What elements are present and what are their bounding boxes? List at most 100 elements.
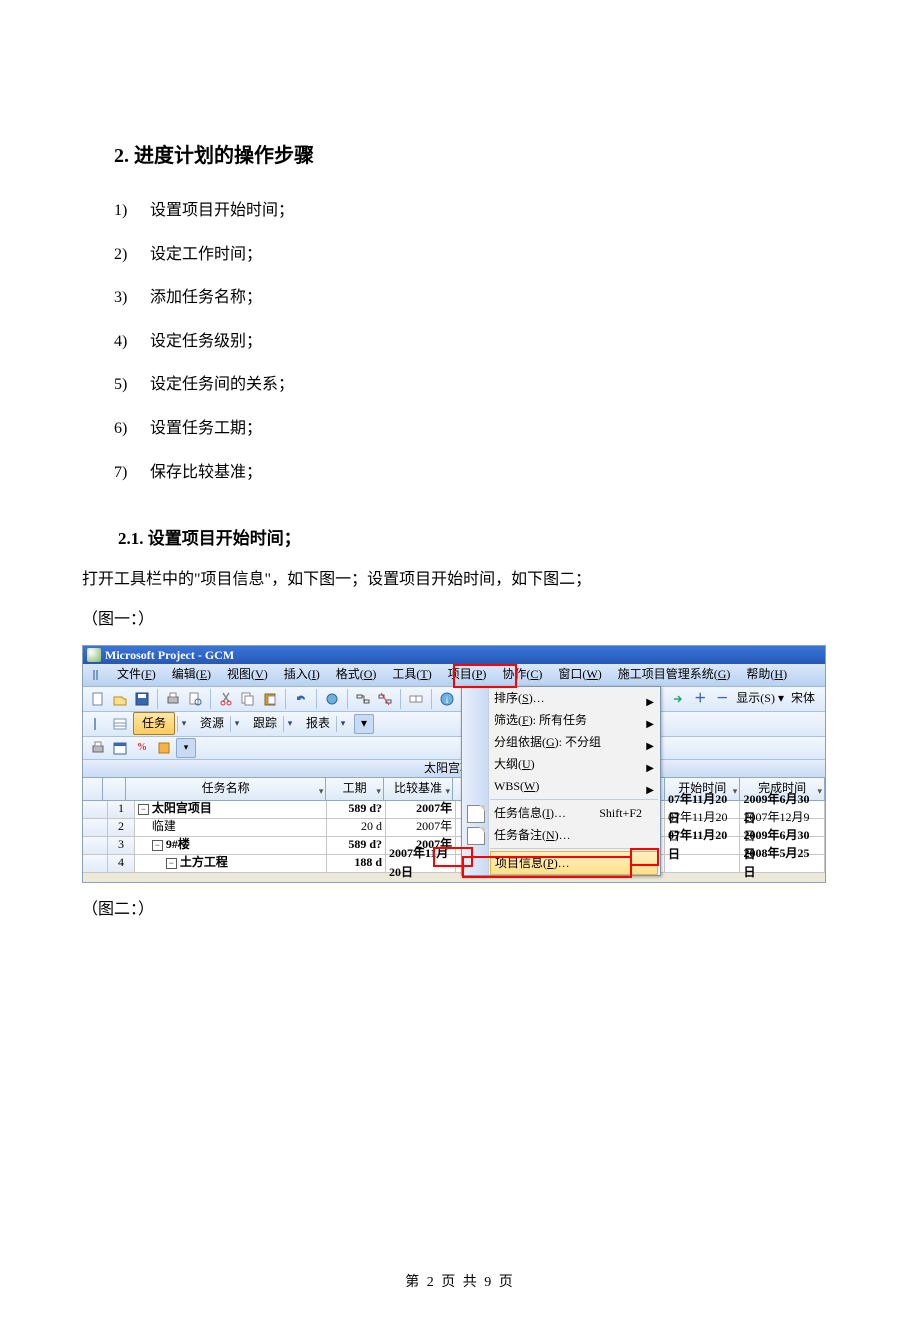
cut-icon[interactable] <box>216 689 236 709</box>
menu-item-0[interactable]: 文件(F) <box>109 665 164 684</box>
menu-item-10[interactable]: 帮助(H) <box>738 665 795 684</box>
grid-header-row: 任务名称▾工期▾比较基准▾ 开始时间▾完成时间▾ <box>83 778 825 801</box>
project-header-bar: 太阳宫项目 <box>83 760 825 778</box>
dropdown-item-2[interactable]: 分组依据(G): 不分组▶ <box>462 731 660 753</box>
table-cell: 589 d? <box>327 801 386 818</box>
table-row[interactable]: 3−9#楼589 d?2007年07年11月20日2009年6月30日 <box>83 837 825 855</box>
table-row[interactable]: 4−土方工程188 d2007年11月20日2007年12月16日2007年11… <box>83 855 825 873</box>
menubar-grip-icon <box>88 665 108 685</box>
menu-item-3[interactable]: 插入(I) <box>276 665 328 684</box>
task-selector-bar[interactable]: 任务 资源 跟踪 报表 ▾ <box>83 712 825 737</box>
step-number: 3) <box>114 285 146 311</box>
toolbar-secondary[interactable]: % ▾ <box>83 737 825 760</box>
menu-item-4[interactable]: 格式(O) <box>328 665 385 684</box>
grip-icon <box>88 714 108 734</box>
grid-body: 1−太阳宫项目589 d?2007年07年11月20日2009年6月30日2临建… <box>83 801 825 873</box>
table-cell <box>665 855 741 872</box>
show-dropdown[interactable]: 显示(S) ▾ <box>733 689 787 708</box>
percent-icon[interactable]: % <box>132 738 152 758</box>
view-list-icon[interactable] <box>110 714 130 734</box>
dropdown-item-7[interactable]: 任务备注(N)… <box>462 824 660 846</box>
window-titlebar: Microsoft Project - GCM <box>83 646 825 664</box>
print-icon[interactable] <box>163 689 183 709</box>
table-cell: −太阳宫项目 <box>135 801 327 818</box>
save-icon[interactable] <box>132 689 152 709</box>
table-cell: 1 <box>108 801 135 818</box>
window-title: Microsoft Project - GCM <box>105 646 234 664</box>
dropdown-item-1[interactable]: 筛选(F): 所有任务▶ <box>462 709 660 731</box>
arrow-right-icon[interactable] <box>668 689 688 709</box>
menu-item-8[interactable]: 窗口(W) <box>550 665 609 684</box>
dropdown-toggle-icon[interactable]: ▾ <box>176 738 196 758</box>
report-tab[interactable]: 报表 <box>302 714 334 733</box>
doc-icon <box>467 805 485 823</box>
font-name[interactable]: 宋体 <box>787 689 819 708</box>
menu-item-5[interactable]: 工具(T) <box>384 665 439 684</box>
body-paragraph: 打开工具栏中的"项目信息"，如下图一；设置项目开始时间，如下图二； <box>82 567 838 593</box>
step-item: 4) 设定任务级别； <box>114 321 838 365</box>
section-heading: 2. 进度计划的操作步骤 <box>114 140 838 172</box>
step-number: 6) <box>114 416 146 442</box>
copy-icon[interactable] <box>238 689 258 709</box>
table-cell: 2 <box>108 819 135 836</box>
undo-icon[interactable] <box>291 689 311 709</box>
step-number: 1) <box>114 198 146 224</box>
table-cell: −土方工程 <box>135 855 327 872</box>
calendar-icon[interactable] <box>110 738 130 758</box>
menu-item-9[interactable]: 施工项目管理系统(G) <box>610 665 739 684</box>
col-header-2[interactable]: 任务名称▾ <box>126 778 327 800</box>
task-tab[interactable]: 任务 <box>133 712 175 735</box>
col-header-0[interactable] <box>83 778 103 800</box>
col-header-8[interactable]: 完成时间▾ <box>740 778 825 800</box>
step-number: 2) <box>114 242 146 268</box>
open-icon[interactable] <box>110 689 130 709</box>
menu-item-6[interactable]: 项目(P) <box>440 665 495 684</box>
info-icon[interactable]: i <box>437 689 457 709</box>
col-header-3[interactable]: 工期▾ <box>326 778 383 800</box>
link-icon[interactable] <box>322 689 342 709</box>
col-header-4[interactable]: 比较基准▾ <box>384 778 453 800</box>
dropdown-item-4[interactable]: WBS(W)▶ <box>462 775 660 797</box>
table-cell: 188 d <box>327 855 386 872</box>
project-menu-dropdown[interactable]: 排序(S)…▶筛选(F): 所有任务▶分组依据(G): 不分组▶大纲(U)▶WB… <box>461 686 661 876</box>
overflow-icon[interactable]: ▾ <box>354 714 374 734</box>
table-cell: 20 d <box>327 819 386 836</box>
toolbar-main[interactable]: i 不分 ＋ － 显示(S) ▾ 宋体 <box>83 687 825 712</box>
table-cell: 2007年 <box>386 801 456 818</box>
dropdown-item-9[interactable]: 项目信息(P)… <box>490 851 658 875</box>
menu-item-2[interactable]: 视图(V) <box>219 665 276 684</box>
orange-box-icon[interactable] <box>154 738 174 758</box>
resource-tab[interactable]: 资源 <box>196 714 228 733</box>
unlink-tasks-icon[interactable] <box>375 689 395 709</box>
step-text: 设置项目开始时间； <box>146 202 294 219</box>
subsection-heading: 2.1. 设置项目开始时间； <box>118 525 838 552</box>
step-text: 设置任务工期； <box>146 420 262 437</box>
menubar[interactable]: 文件(F)编辑(E)视图(V)插入(I)格式(O)工具(T)项目(P)协作(C)… <box>83 664 825 687</box>
dropdown-item-6[interactable]: 任务信息(I)…Shift+F2 <box>462 802 660 824</box>
step-item: 7) 保存比较基准； <box>114 452 838 496</box>
figure-annot-2: （图二：） <box>82 897 838 923</box>
menu-item-1[interactable]: 编辑(E) <box>164 665 219 684</box>
new-icon[interactable] <box>88 689 108 709</box>
track-tab[interactable]: 跟踪 <box>249 714 281 733</box>
paste-icon[interactable] <box>260 689 280 709</box>
menu-item-7[interactable]: 协作(C) <box>494 665 550 684</box>
step-number: 5) <box>114 372 146 398</box>
step-item: 2) 设定工作时间； <box>114 234 838 278</box>
dropdown-item-3[interactable]: 大纲(U)▶ <box>462 753 660 775</box>
table-cell: 589 d? <box>327 837 386 854</box>
minus-icon[interactable]: － <box>712 689 732 709</box>
col-header-1[interactable] <box>103 778 125 800</box>
plus-icon[interactable]: ＋ <box>690 689 710 709</box>
table-cell: 4 <box>108 855 135 872</box>
col-header-7[interactable]: 开始时间▾ <box>665 778 740 800</box>
print-icon-2[interactable] <box>88 738 108 758</box>
split-icon[interactable] <box>406 689 426 709</box>
subsection-title: 设置项目开始时间； <box>148 529 301 548</box>
print-preview-icon[interactable] <box>185 689 205 709</box>
table-cell <box>83 855 108 872</box>
ms-project-window: Microsoft Project - GCM 文件(F)编辑(E)视图(V)插… <box>82 645 826 883</box>
dropdown-item-0[interactable]: 排序(S)…▶ <box>462 687 660 709</box>
link-tasks-icon[interactable] <box>353 689 373 709</box>
section-number: 2. <box>114 145 129 167</box>
